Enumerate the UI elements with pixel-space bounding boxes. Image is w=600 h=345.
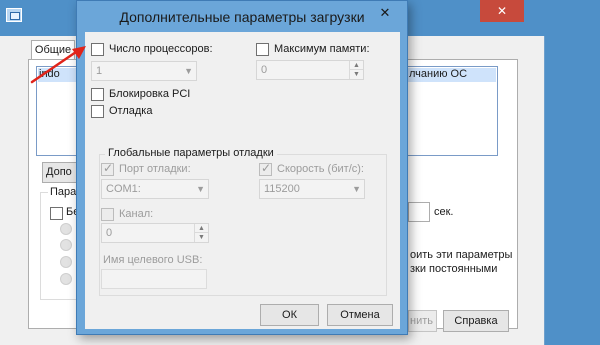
apply-button[interactable]: нить (408, 310, 437, 332)
num-processors-select[interactable]: 1 ▼ (91, 61, 197, 81)
boot-radio-2[interactable] (60, 239, 72, 251)
dialog-body: Число процессоров: 1 ▼ Максимум памяти: … (85, 32, 400, 329)
chevron-down-icon: ▼ (196, 184, 205, 194)
spin-down-icon[interactable]: ▼ (195, 233, 208, 242)
chevron-down-icon: ▼ (184, 66, 193, 76)
chevron-down-icon: ▼ (352, 184, 361, 194)
debug-port-label: Порт отладки: (119, 163, 191, 175)
channel-stepper[interactable]: 0 ▲ ▼ (101, 223, 209, 243)
debug-port-value: COM1: (106, 183, 141, 195)
boot-radio-3[interactable] (60, 256, 72, 268)
global-debug-group-title: Глобальные параметры отладки (105, 147, 277, 159)
cancel-button[interactable]: Отмена (327, 304, 393, 326)
timeout-input[interactable] (408, 202, 430, 222)
help-button[interactable]: Справка (443, 310, 509, 332)
dialog-close-button[interactable]: ✕ (370, 3, 400, 23)
debug-port-select[interactable]: COM1: ▼ (101, 179, 209, 199)
baud-rate-checkbox[interactable] (259, 161, 272, 176)
spin-up-icon[interactable]: ▲ (350, 61, 363, 70)
debug-port-checkbox[interactable] (101, 161, 114, 176)
baud-rate-select[interactable]: 115200 ▼ (259, 179, 365, 199)
max-memory-label: Максимум памяти: (274, 43, 370, 55)
baud-rate-label: Скорость (бит/с): (277, 163, 364, 175)
pci-lock-label: Блокировка PCI (109, 88, 191, 100)
debug-checkbox[interactable] (91, 105, 104, 118)
channel-spin-buttons: ▲ ▼ (194, 224, 208, 242)
channel-label: Канал: (119, 208, 154, 220)
max-memory-stepper[interactable]: 0 ▲ ▼ (256, 60, 364, 80)
spin-up-icon[interactable]: ▲ (195, 224, 208, 233)
max-memory-spin-buttons: ▲ ▼ (349, 61, 363, 79)
max-memory-checkbox[interactable] (256, 43, 269, 56)
channel-value: 0 (106, 227, 113, 239)
timeout-unit-label: сек. (434, 206, 454, 218)
debug-label: Отладка (109, 105, 153, 117)
background-close-button[interactable]: ✕ (480, 0, 524, 22)
spin-down-icon[interactable]: ▼ (350, 70, 363, 79)
advanced-options-button[interactable]: Допо (42, 162, 78, 183)
usb-target-input[interactable] (101, 269, 207, 289)
boot-os-list-item-default: лчанию ОС (409, 68, 468, 80)
app-icon (6, 8, 22, 22)
baud-rate-value: 115200 (264, 183, 300, 195)
boot-radio-1[interactable] (60, 223, 72, 235)
channel-checkbox[interactable] (101, 208, 114, 221)
dialog-title: Дополнительные параметры загрузки (119, 9, 365, 25)
boot-params-group-label: Пара (48, 186, 79, 198)
boot-radio-4[interactable] (60, 273, 72, 285)
usb-target-label: Имя целевого USB: (103, 254, 203, 266)
permanent-settings-note-line1: оить эти параметры (410, 249, 513, 261)
max-memory-value: 0 (261, 64, 268, 76)
num-processors-label: Число процессоров: (109, 43, 213, 55)
num-processors-value: 1 (96, 65, 103, 77)
advanced-boot-options-dialog: Дополнительные параметры загрузки ✕ Числ… (76, 0, 408, 335)
safe-boot-checkbox[interactable] (50, 207, 63, 220)
ok-button[interactable]: ОК (260, 304, 319, 326)
red-arrow-icon (30, 46, 86, 84)
permanent-settings-note-line2: зки постоянными (410, 263, 498, 275)
